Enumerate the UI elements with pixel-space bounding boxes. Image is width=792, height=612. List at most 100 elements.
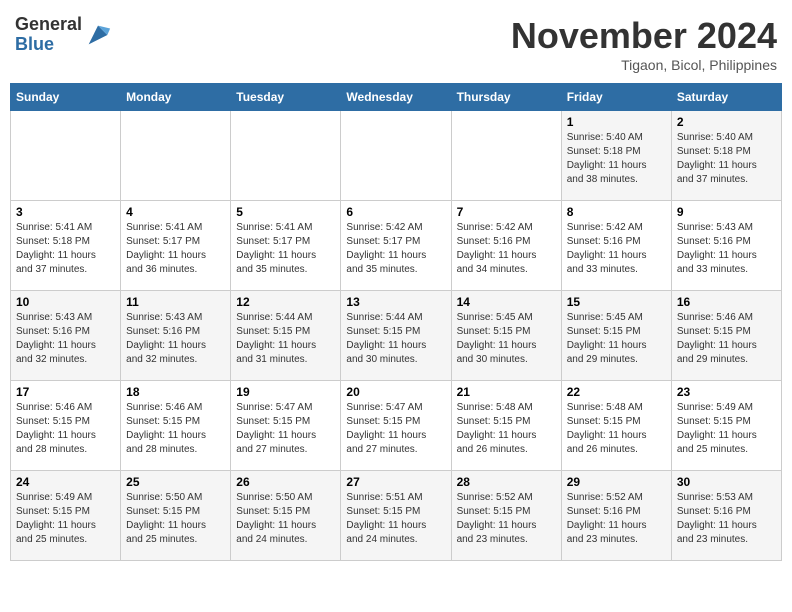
day-number: 19 xyxy=(236,385,335,399)
day-number: 22 xyxy=(567,385,666,399)
day-info: Sunrise: 5:41 AM Sunset: 5:17 PM Dayligh… xyxy=(236,221,335,277)
day-info: Sunrise: 5:53 AM Sunset: 5:16 PM Dayligh… xyxy=(677,491,776,547)
calendar-cell: 2Sunrise: 5:40 AM Sunset: 5:18 PM Daylig… xyxy=(671,111,781,201)
calendar-cell: 26 Sunrise: 5:50 AM Sunset: 5:15 PM Dayli… xyxy=(231,471,341,561)
day-info: Sunrise: 5:47 AM Sunset: 5:15 PM Dayligh… xyxy=(346,401,445,457)
day-info: Sunrise: 5:48 AM Sunset: 5:15 PM Dayligh… xyxy=(567,401,666,457)
day-info: Sunrise: 5:43 AM Sunset: 5:16 PM Dayligh… xyxy=(16,311,115,367)
day-info: Sunrise: 5:44 AM Sunset: 5:15 PM Dayligh… xyxy=(236,311,335,367)
day-number: 4 xyxy=(126,205,225,219)
calendar-cell xyxy=(11,111,121,201)
col-header-friday: Friday xyxy=(561,84,671,111)
calendar-cell: 9 Sunrise: 5:43 AM Sunset: 5:16 PM Daylig… xyxy=(671,201,781,291)
calendar-week-row: 10 Sunrise: 5:43 AM Sunset: 5:16 PM Dayli… xyxy=(11,291,782,381)
calendar-cell: 21 Sunrise: 5:48 AM Sunset: 5:15 PM Dayli… xyxy=(451,381,561,471)
month-title: November 2024 xyxy=(511,15,777,57)
day-info: Sunrise: 5:45 AM Sunset: 5:15 PM Dayligh… xyxy=(457,311,556,367)
calendar-cell: 5 Sunrise: 5:41 AM Sunset: 5:17 PM Daylig… xyxy=(231,201,341,291)
calendar-cell: 15 Sunrise: 5:45 AM Sunset: 5:15 PM Dayli… xyxy=(561,291,671,381)
calendar-cell: 30 Sunrise: 5:53 AM Sunset: 5:16 PM Dayli… xyxy=(671,471,781,561)
calendar-week-row: 17 Sunrise: 5:46 AM Sunset: 5:15 PM Dayli… xyxy=(11,381,782,471)
calendar-cell xyxy=(231,111,341,201)
day-info: Sunrise: 5:47 AM Sunset: 5:15 PM Dayligh… xyxy=(236,401,335,457)
col-header-wednesday: Wednesday xyxy=(341,84,451,111)
day-info: Sunrise: 5:46 AM Sunset: 5:15 PM Dayligh… xyxy=(16,401,115,457)
col-header-monday: Monday xyxy=(121,84,231,111)
day-info: Sunrise: 5:41 AM Sunset: 5:18 PM Dayligh… xyxy=(16,221,115,277)
calendar-cell: 3 Sunrise: 5:41 AM Sunset: 5:18 PM Daylig… xyxy=(11,201,121,291)
calendar-cell: 8 Sunrise: 5:42 AM Sunset: 5:16 PM Daylig… xyxy=(561,201,671,291)
calendar-cell: 1Sunrise: 5:40 AM Sunset: 5:18 PM Daylig… xyxy=(561,111,671,201)
day-info: Sunrise: 5:49 AM Sunset: 5:15 PM Dayligh… xyxy=(677,401,776,457)
day-number: 8 xyxy=(567,205,666,219)
calendar-cell: 24Sunrise: 5:49 AM Sunset: 5:15 PM Dayli… xyxy=(11,471,121,561)
day-number: 28 xyxy=(457,475,556,489)
calendar-week-row: 1Sunrise: 5:40 AM Sunset: 5:18 PM Daylig… xyxy=(11,111,782,201)
calendar-cell: 22 Sunrise: 5:48 AM Sunset: 5:15 PM Dayli… xyxy=(561,381,671,471)
calendar-cell: 18 Sunrise: 5:46 AM Sunset: 5:15 PM Dayli… xyxy=(121,381,231,471)
calendar-table: SundayMondayTuesdayWednesdayThursdayFrid… xyxy=(10,83,782,561)
day-number: 24 xyxy=(16,475,115,489)
day-number: 1 xyxy=(567,115,666,129)
day-number: 21 xyxy=(457,385,556,399)
logo-icon xyxy=(84,21,112,49)
day-number: 17 xyxy=(16,385,115,399)
page-header: General Blue November 2024 Tigaon, Bicol… xyxy=(10,10,782,73)
day-info: Sunrise: 5:41 AM Sunset: 5:17 PM Dayligh… xyxy=(126,221,225,277)
calendar-cell: 11 Sunrise: 5:43 AM Sunset: 5:16 PM Dayli… xyxy=(121,291,231,381)
col-header-saturday: Saturday xyxy=(671,84,781,111)
calendar-cell xyxy=(341,111,451,201)
day-info: Sunrise: 5:43 AM Sunset: 5:16 PM Dayligh… xyxy=(126,311,225,367)
day-number: 18 xyxy=(126,385,225,399)
day-info: Sunrise: 5:42 AM Sunset: 5:17 PM Dayligh… xyxy=(346,221,445,277)
calendar-cell: 7 Sunrise: 5:42 AM Sunset: 5:16 PM Daylig… xyxy=(451,201,561,291)
day-number: 14 xyxy=(457,295,556,309)
day-number: 13 xyxy=(346,295,445,309)
title-block: November 2024 Tigaon, Bicol, Philippines xyxy=(511,15,777,73)
day-number: 11 xyxy=(126,295,225,309)
day-number: 7 xyxy=(457,205,556,219)
calendar-cell: 13 Sunrise: 5:44 AM Sunset: 5:15 PM Dayli… xyxy=(341,291,451,381)
day-info: Sunrise: 5:46 AM Sunset: 5:15 PM Dayligh… xyxy=(126,401,225,457)
calendar-cell: 28 Sunrise: 5:52 AM Sunset: 5:15 PM Dayli… xyxy=(451,471,561,561)
calendar-cell: 25 Sunrise: 5:50 AM Sunset: 5:15 PM Dayli… xyxy=(121,471,231,561)
calendar-cell: 27 Sunrise: 5:51 AM Sunset: 5:15 PM Dayli… xyxy=(341,471,451,561)
col-header-thursday: Thursday xyxy=(451,84,561,111)
day-number: 23 xyxy=(677,385,776,399)
day-info: Sunrise: 5:45 AM Sunset: 5:15 PM Dayligh… xyxy=(567,311,666,367)
calendar-cell: 16Sunrise: 5:46 AM Sunset: 5:15 PM Dayli… xyxy=(671,291,781,381)
location-text: Tigaon, Bicol, Philippines xyxy=(511,57,777,73)
day-number: 10 xyxy=(16,295,115,309)
day-number: 6 xyxy=(346,205,445,219)
day-number: 9 xyxy=(677,205,776,219)
day-info: Sunrise: 5:52 AM Sunset: 5:15 PM Dayligh… xyxy=(457,491,556,547)
calendar-cell: 14 Sunrise: 5:45 AM Sunset: 5:15 PM Dayli… xyxy=(451,291,561,381)
logo-blue-text: Blue xyxy=(15,35,82,55)
day-info: Sunrise: 5:52 AM Sunset: 5:16 PM Dayligh… xyxy=(567,491,666,547)
logo-general-text: General xyxy=(15,15,82,35)
day-number: 29 xyxy=(567,475,666,489)
logo: General Blue xyxy=(15,15,112,55)
day-number: 15 xyxy=(567,295,666,309)
calendar-cell: 20Sunrise: 5:47 AM Sunset: 5:15 PM Dayli… xyxy=(341,381,451,471)
day-info: Sunrise: 5:43 AM Sunset: 5:16 PM Dayligh… xyxy=(677,221,776,277)
day-info: Sunrise: 5:44 AM Sunset: 5:15 PM Dayligh… xyxy=(346,311,445,367)
day-number: 5 xyxy=(236,205,335,219)
day-info: Sunrise: 5:48 AM Sunset: 5:15 PM Dayligh… xyxy=(457,401,556,457)
day-info: Sunrise: 5:50 AM Sunset: 5:15 PM Dayligh… xyxy=(126,491,225,547)
calendar-cell: 19 Sunrise: 5:47 AM Sunset: 5:15 PM Dayli… xyxy=(231,381,341,471)
day-info: Sunrise: 5:51 AM Sunset: 5:15 PM Dayligh… xyxy=(346,491,445,547)
day-number: 25 xyxy=(126,475,225,489)
day-info: Sunrise: 5:50 AM Sunset: 5:15 PM Dayligh… xyxy=(236,491,335,547)
day-number: 26 xyxy=(236,475,335,489)
day-number: 30 xyxy=(677,475,776,489)
day-number: 16 xyxy=(677,295,776,309)
day-info: Sunrise: 5:42 AM Sunset: 5:16 PM Dayligh… xyxy=(567,221,666,277)
day-number: 2 xyxy=(677,115,776,129)
calendar-header-row: SundayMondayTuesdayWednesdayThursdayFrid… xyxy=(11,84,782,111)
day-number: 12 xyxy=(236,295,335,309)
day-number: 27 xyxy=(346,475,445,489)
day-number: 3 xyxy=(16,205,115,219)
calendar-cell: 12 Sunrise: 5:44 AM Sunset: 5:15 PM Dayli… xyxy=(231,291,341,381)
day-info: Sunrise: 5:42 AM Sunset: 5:16 PM Dayligh… xyxy=(457,221,556,277)
